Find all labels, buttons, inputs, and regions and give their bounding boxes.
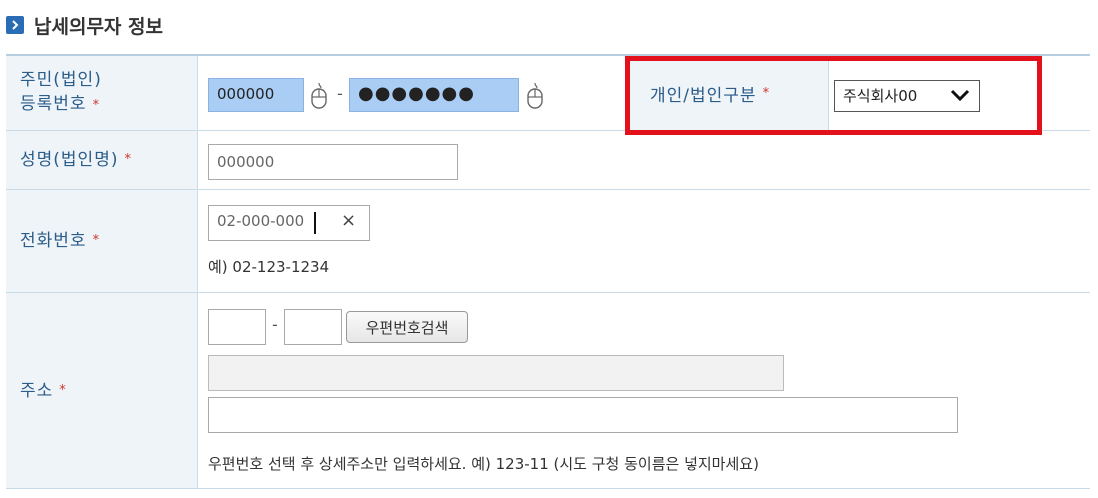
resident-number-front-input[interactable]: 000000 (208, 78, 304, 112)
name-label-text: 성명(법인명) (20, 150, 119, 170)
virtual-keyboard-mouse-icon[interactable] (309, 82, 329, 110)
section-header: 납세의무자 정보 (6, 10, 163, 40)
resident-number-back-input[interactable]: ●●●●●●● (349, 78, 519, 112)
base-address-input[interactable] (208, 355, 784, 391)
name-input[interactable]: 000000 (208, 144, 458, 180)
name-row: 성명(법인명) * 000000 (6, 131, 1090, 190)
clear-icon[interactable]: × (341, 210, 356, 231)
text-cursor (314, 212, 316, 234)
address-hint: 우편번호 선택 후 상세주소만 입력하세요. 예) 123-11 (시도 구청 … (208, 455, 759, 473)
address-row: 주소 * - 우편번호검색 우편번호 선택 후 상세주소만 입력하세요. 예) 1… (6, 293, 1090, 489)
resident-number-label: 주민(법인) 등록번호 * (6, 56, 198, 130)
required-mark: * (92, 98, 101, 113)
address-label-text: 주소 (20, 380, 54, 401)
address-label: 주소 * (6, 293, 198, 488)
phone-input-value: 02-000-000 (217, 212, 305, 230)
detail-address-input[interactable] (208, 397, 958, 433)
address-value-cell: - 우편번호검색 우편번호 선택 후 상세주소만 입력하세요. 예) 123-1… (198, 293, 1090, 488)
required-mark: * (59, 382, 67, 398)
zipcode-first-input[interactable] (208, 309, 266, 345)
chevron-right-icon (6, 16, 24, 34)
virtual-keyboard-mouse-icon[interactable] (525, 82, 545, 110)
resident-number-label-line2: 등록번호 (20, 94, 87, 114)
zipcode-separator: - (272, 315, 278, 334)
highlight-box (625, 56, 1042, 135)
phone-example: 예) 02-123-1234 (208, 258, 330, 276)
phone-value-cell: 02-000-000 × 예) 02-123-1234 (198, 190, 1090, 292)
phone-label-text: 전화번호 (20, 231, 87, 251)
phone-row: 전화번호 * 02-000-000 × 예) 02-123-1234 (6, 190, 1090, 293)
required-mark: * (124, 152, 132, 167)
zipcode-search-button[interactable]: 우편번호검색 (346, 311, 468, 343)
section-title: 납세의무자 정보 (34, 15, 163, 38)
zipcode-second-input[interactable] (284, 309, 342, 345)
resident-number-label-line1: 주민(법인) (20, 70, 102, 90)
phone-label: 전화번호 * (6, 190, 198, 292)
resident-number-separator: - (337, 84, 343, 103)
name-label: 성명(법인명) * (6, 131, 198, 189)
name-value-cell: 000000 (198, 131, 1090, 189)
required-mark: * (92, 233, 101, 248)
